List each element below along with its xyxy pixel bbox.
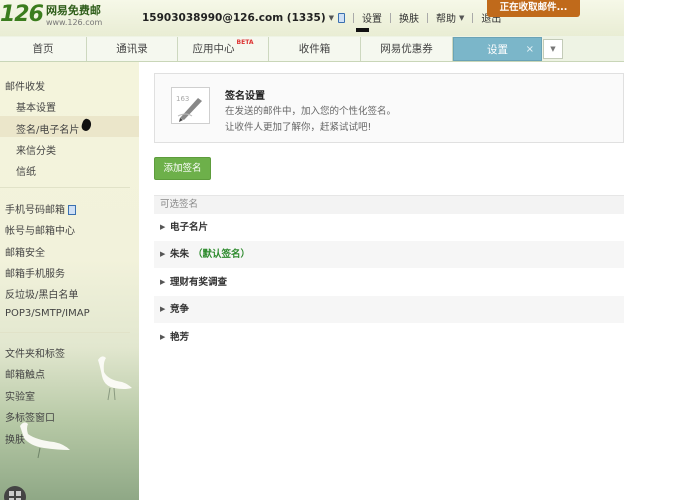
divider — [353, 12, 355, 23]
mobile-phone-icon[interactable] — [338, 12, 346, 23]
tab-settings[interactable]: 设置 × — [453, 37, 542, 61]
tab-label: 设置 — [487, 44, 508, 56]
card-description: 在发送的邮件中，加入您的个性化签名。 — [225, 106, 397, 117]
tab-app-center[interactable]: 应用中心BETA — [178, 37, 269, 61]
tab-label: 通讯录 — [116, 43, 148, 55]
sidebar-item-security[interactable]: 邮箱安全 — [5, 244, 45, 259]
sidebar-group-mail: 邮件收发 — [5, 82, 45, 93]
signature-row[interactable]: ▶ 竞争 — [154, 296, 624, 323]
signature-name: 电子名片 — [170, 222, 209, 233]
settings-active-indicator — [356, 28, 369, 32]
tab-more-dropdown-icon[interactable]: ▼ — [543, 39, 563, 59]
logo[interactable]: 126 网易免费邮 www.126.com — [0, 0, 102, 30]
signature-name: 艳芳 — [170, 332, 190, 343]
sidebar-item-folders[interactable]: 文件夹和标签 — [5, 345, 65, 360]
expand-arrow-icon[interactable]: ▶ — [160, 214, 165, 241]
sidebar-item-pop3[interactable]: POP3/SMTP/IMAP — [5, 308, 90, 319]
tab-label: 网易优惠券 — [380, 43, 433, 55]
receiving-mail-status[interactable]: 正在收取邮件... — [487, 0, 580, 17]
settings-link[interactable]: 设置 — [362, 10, 382, 25]
signature-name: 理财有奖调查 — [170, 277, 228, 288]
page-margin — [624, 0, 687, 500]
icon-label: 163 — [176, 95, 189, 103]
sidebar-item-phone-mailbox[interactable]: 手机号码邮箱 — [5, 201, 76, 216]
tab-bar: 首页 通讯录 应用中心BETA 收件箱 网易优惠券 设置 × ▼ — [0, 36, 624, 62]
beta-badge: BETA — [236, 39, 254, 46]
signature-row[interactable]: ▶ 电子名片 — [154, 214, 624, 241]
logo-number: 126 — [0, 2, 44, 27]
expand-arrow-icon[interactable]: ▶ — [160, 241, 165, 268]
sidebar-item-label: 手机号码邮箱 — [5, 205, 65, 216]
signature-list-header: 可选签名 — [154, 195, 624, 214]
sidebar-divider — [0, 332, 130, 333]
top-header: 126 网易免费邮 www.126.com 15903038990@126.co… — [0, 0, 624, 36]
tab-label: 应用中心 — [192, 43, 235, 55]
tab-contacts[interactable]: 通讯录 — [87, 37, 178, 61]
sidebar-item-stationery[interactable]: 信纸 — [16, 163, 36, 178]
help-caret-icon[interactable]: ▼ — [459, 14, 464, 22]
tab-label: 收件箱 — [298, 43, 331, 55]
help-link[interactable]: 帮助 — [436, 10, 456, 25]
user-email[interactable]: 15903038990@126.com (1335) — [142, 12, 326, 24]
expand-arrow-icon[interactable]: ▶ — [160, 296, 165, 323]
close-icon[interactable]: × — [526, 38, 534, 62]
signature-row[interactable]: ▶ 朱朱 （默认签名） — [154, 241, 624, 268]
change-skin-link[interactable]: 换肤 — [399, 10, 419, 25]
divider — [390, 12, 392, 23]
expand-arrow-icon[interactable]: ▶ — [160, 269, 165, 296]
sidebar-item-antispam[interactable]: 反垃圾/黑白名单 — [5, 286, 78, 301]
settings-sidebar: 邮件收发 基本设置 签名/电子名片 来信分类 信纸 手机号码邮箱 帐号与邮箱中心… — [0, 62, 139, 500]
signature-intro-card: 163 签名设置 在发送的邮件中，加入您的个性化签名。 让收件人更加了解你，赶紧… — [154, 73, 624, 143]
signature-name: 朱朱 — [170, 249, 190, 260]
logo-url: www.126.com — [45, 18, 103, 27]
sidebar-item-filters[interactable]: 来信分类 — [16, 142, 56, 157]
phone-icon — [68, 205, 76, 215]
logo-name: 网易免费邮 — [45, 4, 101, 17]
tab-home[interactable]: 首页 — [0, 37, 87, 61]
tab-inbox[interactable]: 收件箱 — [269, 37, 361, 61]
user-bar: 15903038990@126.com (1335) ▼ 设置 换肤 帮助 ▼ … — [142, 10, 501, 26]
divider — [427, 12, 429, 23]
sidebar-item-mobile-service[interactable]: 邮箱手机服务 — [5, 265, 65, 280]
app-grid-icon[interactable] — [4, 486, 26, 500]
sidebar-item-basic-settings[interactable]: 基本设置 — [16, 99, 56, 114]
expand-arrow-icon[interactable]: ▶ — [160, 324, 165, 351]
add-signature-button[interactable]: 添加签名 — [154, 157, 211, 180]
sidebar-divider — [0, 187, 130, 188]
card-title: 签名设置 — [225, 91, 265, 102]
card-description: 让收件人更加了解你，赶紧试试吧! — [225, 122, 372, 133]
divider — [472, 12, 474, 23]
tab-label: 首页 — [32, 43, 54, 55]
sidebar-item-touchpoints[interactable]: 邮箱触点 — [5, 366, 45, 381]
tab-coupons[interactable]: 网易优惠券 — [361, 37, 453, 61]
sidebar-item-signature[interactable]: 签名/电子名片 — [16, 121, 79, 136]
sidebar-item-lab[interactable]: 实验室 — [5, 388, 35, 403]
signature-name: 竞争 — [170, 304, 190, 315]
user-menu-caret-icon[interactable]: ▼ — [329, 14, 334, 22]
signature-row[interactable]: ▶ 艳芳 — [154, 324, 624, 351]
signature-settings-panel: 163 签名设置 在发送的邮件中，加入您的个性化签名。 让收件人更加了解你，赶紧… — [140, 62, 624, 500]
egret-decoration-icon — [98, 356, 132, 401]
sidebar-item-account-center[interactable]: 帐号与邮箱中心 — [5, 222, 75, 237]
egret-decoration-icon — [20, 422, 70, 459]
signature-pen-icon: 163 — [171, 87, 210, 124]
signature-row[interactable]: ▶ 理财有奖调查 — [154, 269, 624, 296]
default-signature-tag: （默认签名） — [193, 249, 251, 260]
